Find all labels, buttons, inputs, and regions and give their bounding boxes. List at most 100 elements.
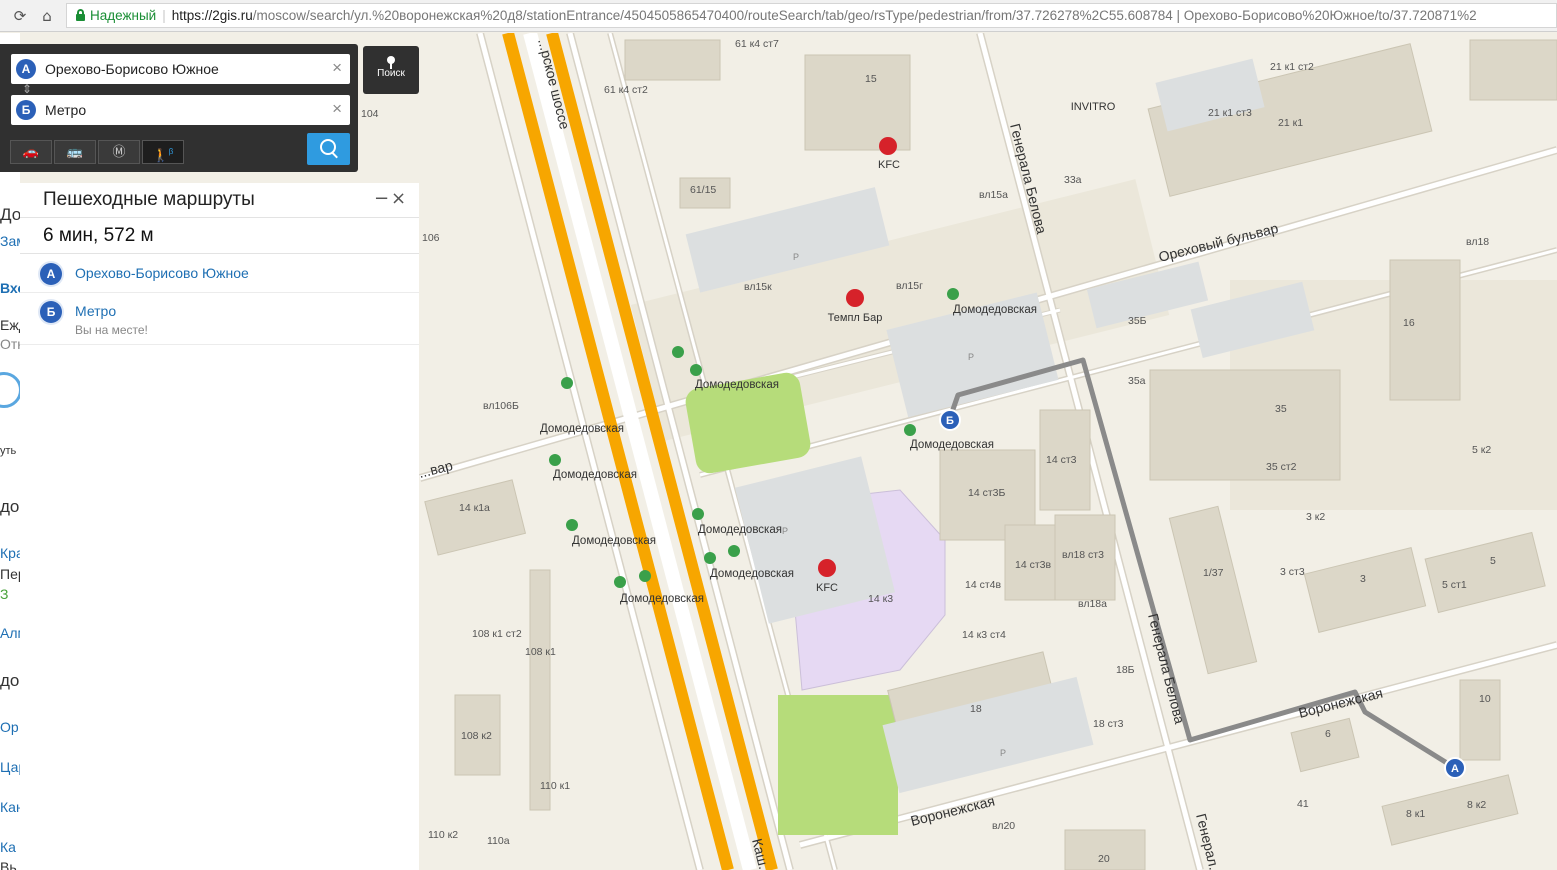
peek-text: З [0,586,9,602]
route-point-name[interactable]: Метро [75,303,116,319]
address-bar[interactable]: Надежный | https://2gis.ru/moscow/search/у… [66,3,1557,28]
route-search-panel: А Орехово-Борисово Южное × ⇕ Б Метро × 🚗… [0,44,358,172]
peek-link[interactable]: Цар [0,759,20,775]
station-label: Домодедовская [540,423,624,435]
building-number: 108 к1 ст2 [472,628,522,640]
peek-link[interactable]: Кра [0,545,20,561]
building-number: 15 [865,73,877,85]
peek-text: до [0,671,20,690]
building-number: 21 к1 ст2 [1270,61,1314,73]
building-number: вл18 [1466,236,1489,248]
poi-label: Темпл Бар [828,312,883,324]
poi-label: KFC [878,159,900,171]
building-number: 18Б [1116,664,1135,676]
map-pin-icon [387,56,395,69]
route-to-value[interactable]: Метро [45,102,86,118]
search-mode-button[interactable]: Поиск [363,46,419,94]
transport-mode-tabs: 🚗 🚌 Ⓜ 🚶β [10,140,186,164]
swap-points-icon[interactable]: ⇕ [22,82,32,96]
building-number: 106 [422,232,440,244]
poi-label: KFC [816,582,838,594]
building-number: 5 [1490,555,1496,567]
peek-link[interactable]: Зам [0,233,20,249]
peek-link[interactable]: Вхо [0,280,20,296]
car-icon[interactable]: 🚗 [10,140,52,164]
bus-icon[interactable]: 🚌 [54,140,96,164]
url-path: /moscow/search/ул.%20воронежская%20д8/st… [252,8,1477,23]
route-to-field[interactable]: Б Метро × [11,95,350,125]
secure-label: Надежный [90,8,157,23]
building-number: 14 ст3 [1046,454,1077,466]
clear-from-icon[interactable]: × [332,58,342,78]
building-number: 61 к4 ст7 [735,38,779,50]
building-number: 21 к1 [1278,117,1303,129]
search-icon [320,139,336,155]
clear-to-icon[interactable]: × [332,99,342,119]
building-number: 3 к2 [1306,511,1325,523]
peek-link[interactable]: Ор [0,719,19,735]
poi-label: INVITRO [1071,101,1116,113]
peek-link[interactable]: Ка [0,839,16,855]
point-b-badge: Б [40,301,62,323]
building-number: 14 к3 [868,593,893,605]
station-label: Домодедовская [695,379,779,391]
building-number: 5 к2 [1472,444,1491,456]
building-number: 108 к1 [525,646,556,658]
building-number: 35Б [1128,315,1147,327]
building-number: 14 ст3Б [968,487,1005,499]
metro-icon[interactable]: Ⓜ [98,140,140,164]
parking-label: P [1000,748,1006,758]
station-label: Домодедовская [553,469,637,481]
building-number: вл106Б [483,400,519,412]
building-number: вл15г [896,280,923,292]
peek-text: Отн [0,336,20,352]
route-end-badge: Б [946,415,954,427]
panel-title: Пешеходные маршруты [43,189,255,210]
kfc-icon[interactable] [879,137,897,155]
route-from-field[interactable]: А Орехово-Борисово Южное × [11,54,350,84]
building-number: 35а [1128,375,1146,387]
minimize-icon[interactable]: − [374,188,389,209]
building-number: 41 [1297,798,1309,810]
divider [20,292,419,293]
point-b-badge: Б [16,100,36,120]
building-number: 8 к2 [1467,799,1486,811]
route-summary[interactable]: 6 мин, 572 м [43,225,154,247]
route-point-name[interactable]: Орехово-Борисово Южное [75,265,249,281]
pedestrian-icon: 🚶 [152,147,169,163]
parking-label: P [793,252,799,262]
building-number: 14 к1а [459,502,490,514]
parking-label: P [782,526,788,536]
building-number: 5 ст1 [1442,579,1467,591]
building-number: 3 ст3 [1280,566,1305,578]
home-icon[interactable]: ⌂ [37,6,57,26]
peek-text: уть [0,445,17,457]
building-number: 61 к4 ст2 [604,84,648,96]
route-search-button[interactable] [307,133,350,165]
peek-link[interactable]: Кан [0,799,20,815]
route-from-value[interactable]: Орехово-Борисово Южное [45,61,219,77]
peek-circle-icon [0,372,20,408]
building-number: 3 [1360,573,1366,585]
divider [20,217,419,218]
building-number: 35 ст2 [1266,461,1297,473]
peek-link[interactable]: Алм [0,625,20,641]
station-label: Домодедовская [698,524,782,536]
building-number: 61/15 [690,184,716,196]
building-number: 35 [1275,403,1287,415]
point-a-badge: А [40,263,62,285]
reload-icon[interactable]: ⟳ [10,6,30,26]
divider [20,344,419,345]
building-number: вл18а [1078,598,1107,610]
building-number: 110 к2 [428,829,458,841]
close-icon[interactable]: × [391,188,406,209]
building-number: 14 ст4в [965,579,1001,591]
building-number: вл15к [744,281,772,293]
pedestrian-tab[interactable]: 🚶β [142,140,184,164]
building-number: вл18 ст3 [1062,549,1104,561]
kfc-icon[interactable] [818,559,836,577]
arrival-note: Вы на месте! [75,323,148,337]
bar-icon[interactable] [846,289,864,307]
building-number: 108 к2 [461,730,492,742]
building-number: 104 [361,108,379,120]
